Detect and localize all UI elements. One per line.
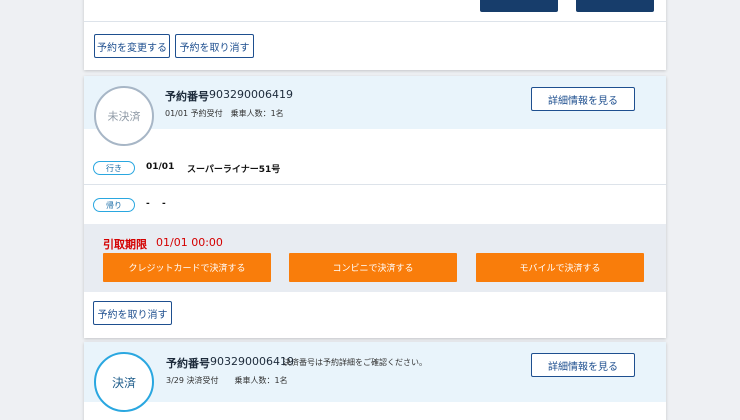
reservation-card-paid: 決済 予約番号 903290006419 決済番号は予約詳細をご確認ください。 …	[84, 342, 666, 420]
reservation-card-unpaid: 未決済 予約番号 903290006419 01/01 予約受付 乗車人数：1名…	[84, 76, 666, 338]
details-button[interactable]: 詳細情報を見る	[531, 87, 635, 111]
pay-mobile-button[interactable]: モバイルで決済する	[476, 253, 644, 282]
cancel-reservation-button[interactable]: 予約を取り消す	[93, 301, 172, 325]
pay-convenience-store-button[interactable]: コンビニで決済する	[289, 253, 457, 282]
return-date: -	[146, 199, 150, 209]
return-train: -	[162, 199, 166, 209]
reservation-meta: 3/29 決済受付 乗車人数：1名	[166, 376, 288, 385]
outbound-train: スーパーライナー51号	[187, 165, 281, 175]
reservation-number-label: 予約番号	[165, 90, 209, 103]
payment-number-note: 決済番号は予約詳細をご確認ください。	[283, 358, 427, 367]
details-button[interactable]: 詳細情報を見る	[531, 353, 635, 377]
route-divider	[84, 184, 666, 185]
reservation-number-label: 予約番号	[166, 357, 210, 370]
outbound-tag: 行き	[93, 161, 135, 175]
pay-credit-card-button[interactable]: クレジットカードで決済する	[103, 253, 271, 282]
reservation-card-top: 予約を変更する 予約を取り消す	[84, 0, 666, 70]
status-badge: 決済	[94, 352, 154, 412]
reservation-number: 903290006419	[210, 355, 294, 368]
reservation-meta: 01/01 予約受付 乗車人数：1名	[165, 109, 284, 118]
reservation-number: 903290006419	[209, 88, 293, 101]
outbound-date: 01/01	[146, 162, 175, 172]
change-reservation-button[interactable]: 予約を変更する	[94, 34, 170, 58]
payment-area: 引取期限 01/01 00:00 クレジットカードで決済する コンビニで決済する…	[84, 224, 666, 292]
cancel-reservation-button[interactable]: 予約を取り消す	[175, 34, 254, 58]
pickup-deadline-label: 引取期限	[103, 238, 147, 251]
status-badge: 未決済	[94, 86, 154, 146]
return-tag: 帰り	[93, 198, 135, 212]
navy-button-right[interactable]	[576, 0, 654, 12]
card-divider	[84, 21, 666, 22]
pickup-deadline-value: 01/01 00:00	[156, 236, 223, 249]
navy-button-left[interactable]	[480, 0, 558, 12]
